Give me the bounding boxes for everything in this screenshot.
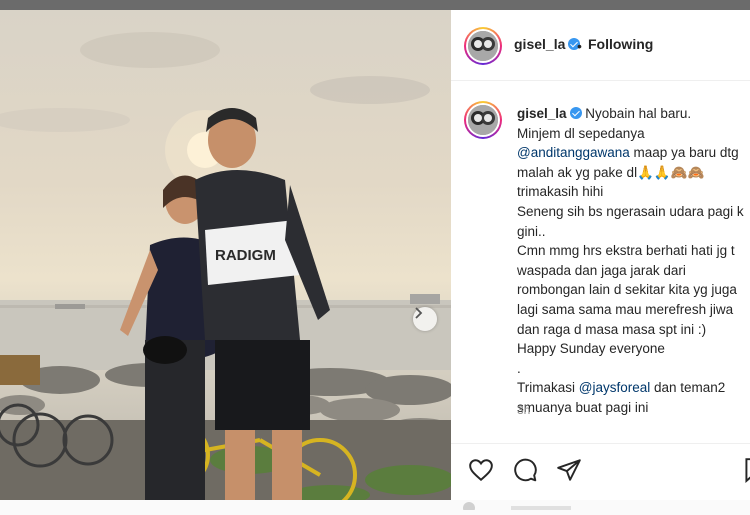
jacket-print: RADIGM bbox=[215, 247, 276, 264]
photo-illustration: RADIGM bbox=[0, 32, 451, 500]
avatar[interactable] bbox=[464, 27, 502, 65]
comment-button[interactable] bbox=[512, 457, 538, 483]
heart-icon bbox=[469, 459, 493, 482]
post-side-panel: gisel_la • Following gisel_la Nyobain ha… bbox=[451, 10, 750, 514]
post-time[interactable]: 3h bbox=[517, 403, 530, 417]
post-header: gisel_la • Following bbox=[451, 10, 750, 81]
browser-top-strip bbox=[0, 0, 750, 10]
caption-text: Nyobain hal baru. bbox=[585, 106, 692, 121]
share-button[interactable] bbox=[556, 457, 582, 483]
caption-line: Trimakasi @jaysforeal dan teman2 bbox=[517, 378, 750, 398]
caption-avatar[interactable] bbox=[464, 101, 502, 139]
caption-username[interactable]: gisel_la bbox=[517, 106, 567, 121]
paper-plane-icon bbox=[557, 459, 581, 481]
caption-line: Minjem dl sepedanya bbox=[517, 125, 645, 141]
comment-icon bbox=[514, 458, 537, 482]
caption-text: dan teman2 bbox=[650, 380, 726, 396]
post-caption: gisel_la Nyobain hal baru. Minjem dl sep… bbox=[517, 104, 750, 418]
following-button[interactable]: Following bbox=[588, 36, 653, 52]
post-photo[interactable]: RADIGM bbox=[0, 10, 451, 500]
header-username[interactable]: gisel_la bbox=[514, 36, 565, 52]
bookmark-icon bbox=[745, 458, 750, 483]
likes-preview-row bbox=[461, 494, 750, 514]
save-button[interactable] bbox=[741, 457, 750, 483]
caption-line: waspada dan jaga jarak dari bbox=[517, 262, 686, 278]
chevron-right-icon bbox=[415, 307, 423, 319]
mention-link[interactable]: @anditanggawana bbox=[517, 145, 630, 160]
caption-line: Cmn mmg hrs ekstra berhati hati jg t bbox=[517, 243, 735, 259]
actions-divider bbox=[451, 443, 750, 444]
next-photo-button[interactable] bbox=[413, 307, 437, 331]
separator-dot: • bbox=[577, 38, 582, 54]
caption-line: . bbox=[517, 360, 521, 376]
header-username-link[interactable]: gisel_la bbox=[514, 36, 581, 52]
caption-line: dan raga d masa masa spt ini :) bbox=[517, 321, 707, 337]
caption-line: smuanya buat pagi ini bbox=[517, 399, 649, 415]
like-button[interactable] bbox=[468, 457, 494, 483]
caption-line: lagi sama sama mau merefresh jiwa bbox=[517, 301, 734, 317]
caption-line: malah ak yg pake dl🙏🙏🙈🙈 bbox=[517, 164, 705, 180]
caption-line: rombongan lain d sekitar kita yg juga bbox=[517, 282, 737, 298]
caption-text: Trimakasi bbox=[517, 380, 579, 396]
caption-line: gisel_la Nyobain hal baru. bbox=[517, 104, 750, 124]
verified-icon bbox=[569, 107, 582, 119]
avatar-image bbox=[468, 105, 498, 135]
caption-line: Seneng sih bs ngerasain udara pagi k bbox=[517, 203, 744, 219]
caption-line: gini.. bbox=[517, 223, 546, 239]
mention-link[interactable]: @jaysforeal bbox=[579, 380, 650, 395]
caption-line: @anditanggawana maap ya baru dtg bbox=[517, 143, 750, 163]
likes-preview-avatars bbox=[463, 502, 571, 514]
avatar-image bbox=[468, 31, 498, 61]
caption-line: Happy Sunday everyone bbox=[517, 341, 665, 357]
caption-line: trimakasih hihi bbox=[517, 184, 604, 200]
caption-text: maap ya baru dtg bbox=[629, 145, 739, 161]
